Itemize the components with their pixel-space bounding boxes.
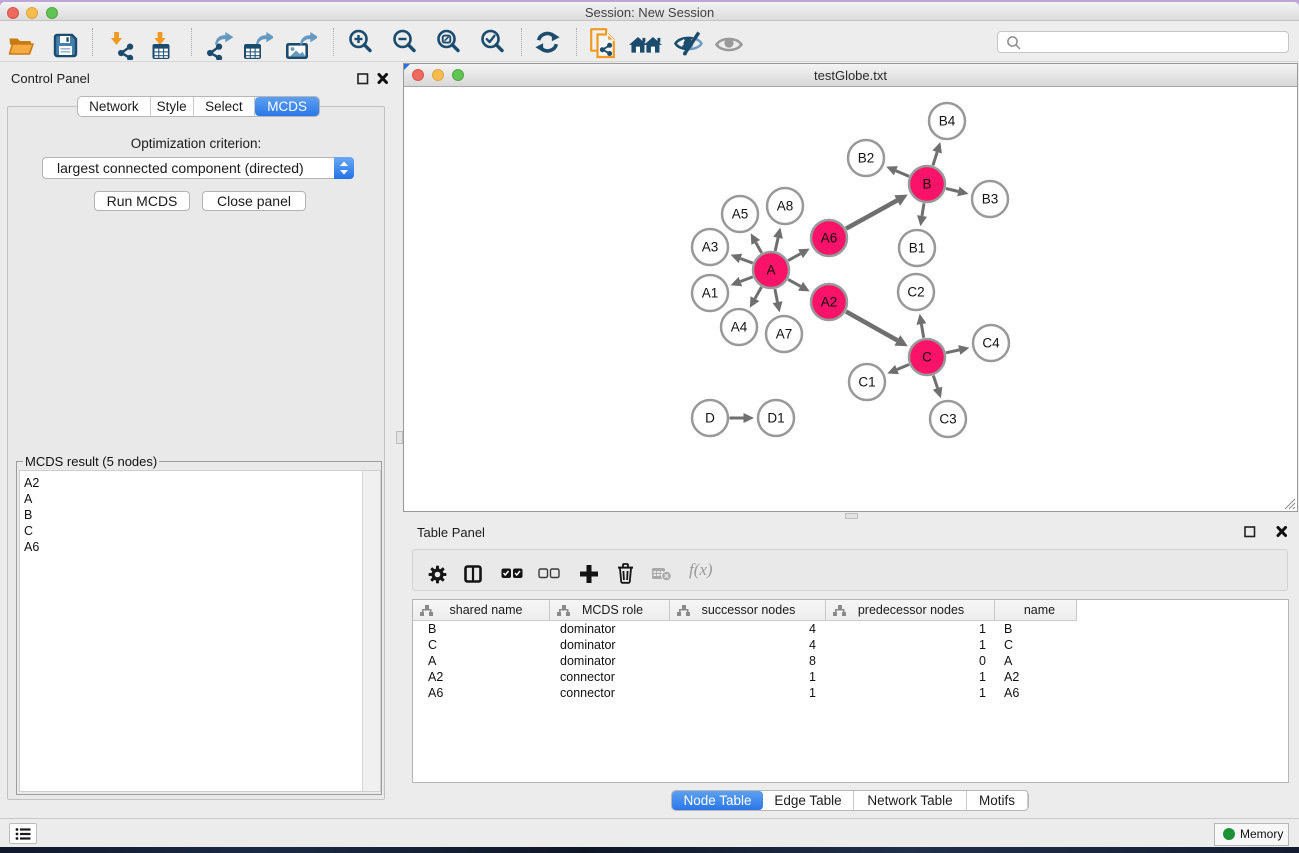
svg-text:C4: C4 bbox=[982, 336, 1000, 351]
svg-text:A7: A7 bbox=[776, 327, 793, 342]
svg-text:f(x): f(x) bbox=[689, 560, 713, 579]
svg-text:A4: A4 bbox=[731, 320, 748, 335]
svg-text:B4: B4 bbox=[939, 114, 956, 129]
svg-text:C1: C1 bbox=[858, 375, 875, 390]
svg-text:B: B bbox=[922, 177, 931, 192]
svg-text:A: A bbox=[766, 263, 775, 278]
svg-text:A2: A2 bbox=[821, 295, 838, 310]
svg-text:A1: A1 bbox=[702, 286, 719, 301]
svg-text:B1: B1 bbox=[909, 241, 926, 256]
svg-text:B2: B2 bbox=[858, 151, 875, 166]
svg-text:B3: B3 bbox=[982, 192, 999, 207]
svg-text:A6: A6 bbox=[821, 231, 838, 246]
svg-text:D: D bbox=[705, 411, 715, 426]
svg-text:A3: A3 bbox=[702, 240, 719, 255]
svg-text:D1: D1 bbox=[767, 411, 784, 426]
svg-text:C2: C2 bbox=[907, 285, 924, 300]
svg-text:C: C bbox=[922, 350, 932, 365]
svg-text:A5: A5 bbox=[732, 207, 749, 222]
svg-text:C3: C3 bbox=[939, 412, 956, 427]
svg-text:A8: A8 bbox=[777, 199, 794, 214]
